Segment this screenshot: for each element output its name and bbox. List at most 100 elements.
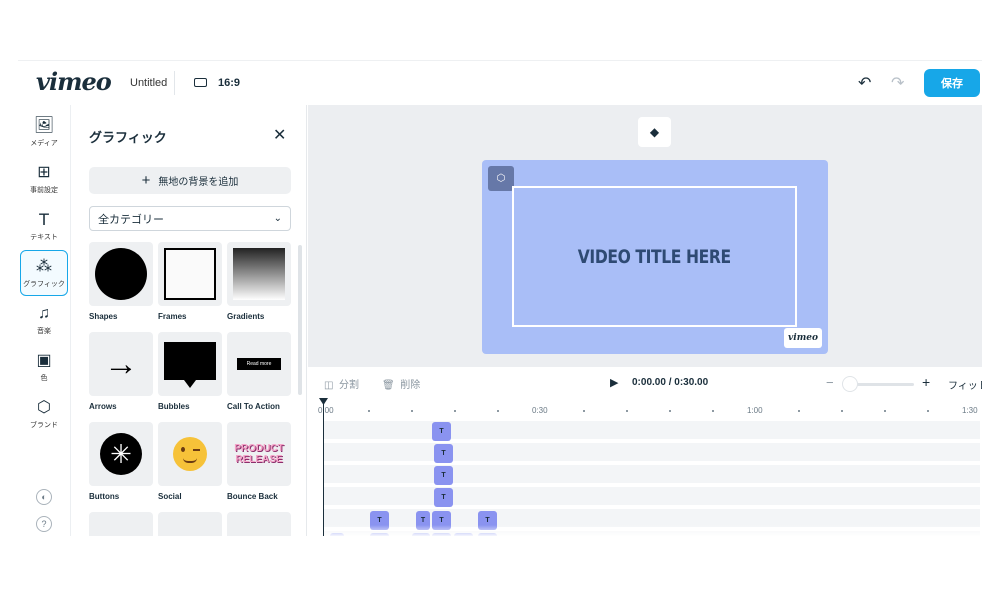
tile-arrows[interactable]: →	[89, 332, 153, 396]
graphics-icon: ⁂	[36, 257, 52, 275]
tile-label: Bounce Back	[227, 492, 278, 501]
close-icon[interactable]: ✕	[273, 125, 286, 145]
panel-scrollbar[interactable]	[298, 245, 302, 395]
timeline-track[interactable]	[324, 443, 980, 463]
zoom-slider-handle[interactable]	[842, 376, 858, 392]
redo-icon[interactable]: ↷	[891, 73, 904, 93]
ruler-tick	[583, 410, 585, 412]
ruler-label: 1:00	[747, 406, 763, 415]
timeline-controls: ◫ 分割 🗑︎ 削除 ▶ 0:00.00 / 0:30.00 − + フィット	[308, 367, 982, 401]
playhead-line[interactable]	[323, 400, 324, 536]
trash-icon: 🗑︎	[382, 380, 395, 391]
tile-bounce-back[interactable]: PRODUCT RELEASE	[227, 422, 291, 486]
text-clip[interactable]: T	[434, 466, 453, 485]
top-bar: vimeo Untitled 16:9 ↶ ↷ 保存	[18, 61, 982, 105]
arrow-right-icon: →	[104, 345, 138, 383]
video-canvas[interactable]: ⬡ VIDEO TITLE HERE vimeo	[482, 160, 828, 354]
rail-item-label: メディア	[30, 139, 58, 147]
timeline-track[interactable]	[324, 487, 980, 507]
document-title[interactable]: Untitled	[130, 77, 167, 89]
tile-shapes[interactable]	[89, 242, 153, 306]
rail-item-text[interactable]: T テキスト	[20, 203, 68, 249]
rail-item-graphics[interactable]: ⁂ グラフィック	[20, 250, 68, 296]
zoom-in-button[interactable]: +	[922, 374, 930, 390]
tile-social[interactable]	[158, 422, 222, 486]
ruler-label: 0:30	[532, 406, 548, 415]
panel-title: グラフィック	[89, 130, 167, 145]
split-icon: ◫	[324, 380, 334, 391]
title-text-box[interactable]: VIDEO TITLE HERE	[512, 186, 797, 327]
aspect-ratio-label[interactable]: 16:9	[218, 77, 240, 89]
rail-item-label: ブランド	[30, 421, 58, 429]
split-button[interactable]: ◫ 分割	[324, 376, 359, 391]
ruler-label: 0:00	[318, 406, 334, 415]
product-release-preview: PRODUCT RELEASE	[234, 443, 284, 465]
circle-shape	[95, 248, 147, 300]
timecode: 0:00.00 / 0:30.00	[632, 377, 709, 388]
ruler-tick	[798, 410, 800, 412]
tile-bubbles[interactable]	[158, 332, 222, 396]
rail-item-color[interactable]: ▣ 色	[20, 344, 68, 390]
ruler-tick	[841, 410, 843, 412]
vimeo-logo[interactable]: vimeo	[36, 67, 112, 96]
tile-partial[interactable]	[158, 512, 222, 536]
add-background-button[interactable]: + 無地の背景を追加	[89, 167, 291, 194]
tile-partial[interactable]	[89, 512, 153, 536]
rail-item-brand[interactable]: ⬡ ブランド	[20, 391, 68, 437]
ruler-tick	[497, 410, 499, 412]
tile-label: Buttons	[89, 492, 120, 501]
play-icon[interactable]: ▶	[610, 376, 618, 389]
tile-label: Frames	[158, 312, 187, 321]
ruler-tick	[454, 410, 456, 412]
tile-call-to-action[interactable]: Read more	[227, 332, 291, 396]
tile-label: Call To Action	[227, 402, 280, 411]
tile-buttons[interactable]: ✳	[89, 422, 153, 486]
wink-emoji-icon	[173, 437, 207, 471]
ruler-tick	[712, 410, 714, 412]
ruler-tick	[669, 410, 671, 412]
text-clip[interactable]: T	[434, 488, 453, 507]
grid-icon: ⊞	[37, 163, 51, 181]
rail-item-label: テキスト	[30, 233, 58, 241]
left-rail: 🖼︎ メディア ⊞ 事前設定 T テキスト ⁂ グラフィック ♫ 音楽 ▣ 色 …	[18, 105, 71, 536]
rail-item-presets[interactable]: ⊞ 事前設定	[20, 156, 68, 202]
image-icon: 🖼︎	[33, 116, 55, 134]
delete-button[interactable]: 🗑︎ 削除	[382, 376, 420, 391]
rail-item-media[interactable]: 🖼︎ メディア	[20, 109, 68, 155]
timeline-track[interactable]	[324, 421, 980, 441]
timeline-ruler[interactable]: 0:00 0:30 1:00 1:30	[308, 401, 982, 421]
graphics-panel: グラフィック ✕ + 無地の背景を追加 全カテゴリー ⌄ Shapes Fram…	[71, 105, 307, 536]
tile-frames[interactable]	[158, 242, 222, 306]
text-clip[interactable]: T	[434, 444, 453, 463]
tips-icon[interactable]: ◐	[36, 489, 52, 505]
tile-label: Bubbles	[158, 402, 190, 411]
paint-bucket-icon[interactable]: ◆	[638, 117, 671, 147]
app-window: vimeo Untitled 16:9 ↶ ↷ 保存 🖼︎ メディア ⊞ 事前設…	[18, 60, 982, 536]
ruler-label: 1:30	[962, 406, 978, 415]
tile-label: Shapes	[89, 312, 118, 321]
layer-lock-icon[interactable]: ⬡	[488, 166, 514, 191]
ruler-tick	[368, 410, 370, 412]
split-label: 分割	[339, 380, 360, 391]
rail-item-music[interactable]: ♫ 音楽	[20, 297, 68, 343]
save-button[interactable]: 保存	[924, 69, 980, 97]
frame-shape	[164, 248, 216, 300]
tile-label: Gradients	[227, 312, 265, 321]
tile-gradients[interactable]	[227, 242, 291, 306]
undo-icon[interactable]: ↶	[858, 73, 871, 93]
ruler-tick	[411, 410, 413, 412]
aspect-ratio-icon[interactable]	[194, 78, 207, 87]
help-icon[interactable]: ?	[36, 516, 52, 532]
text-icon: T	[39, 209, 49, 229]
rail-item-label: グラフィック	[23, 280, 65, 288]
fit-button[interactable]: フィット	[948, 377, 982, 392]
text-clip[interactable]: T	[432, 422, 451, 441]
category-select[interactable]: 全カテゴリー ⌄	[89, 206, 291, 231]
gradient-shape	[233, 248, 285, 300]
timeline-track[interactable]	[324, 465, 980, 485]
video-title-text[interactable]: VIDEO TITLE HERE	[578, 246, 731, 268]
zoom-out-button[interactable]: −	[826, 375, 834, 390]
chevron-down-icon: ⌄	[273, 213, 282, 224]
tile-partial[interactable]	[227, 512, 291, 536]
category-value: 全カテゴリー	[98, 213, 164, 226]
